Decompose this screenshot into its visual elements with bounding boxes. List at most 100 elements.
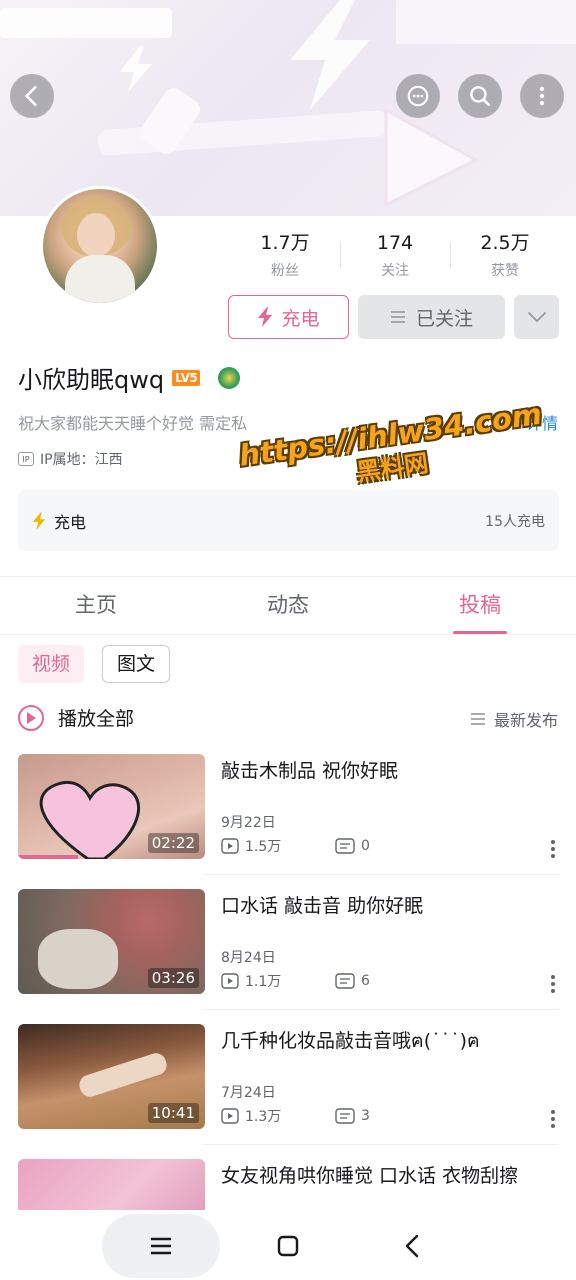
stat-following[interactable]: 174 关注 bbox=[340, 230, 450, 280]
video-item[interactable]: 02:22 敲击木制品 祝你好眠 9月22日 1.5万 0 bbox=[18, 754, 559, 860]
search-button[interactable] bbox=[458, 74, 502, 118]
video-thumbnail[interactable] bbox=[18, 1159, 205, 1210]
more-vertical-icon bbox=[539, 86, 545, 106]
play-box-icon bbox=[221, 838, 239, 854]
message-button[interactable] bbox=[396, 74, 440, 118]
medal-icon[interactable] bbox=[218, 366, 241, 389]
thumb-detail bbox=[38, 929, 118, 989]
video-meta: 1.5万 0 bbox=[221, 836, 449, 856]
video-more-icon[interactable] bbox=[551, 840, 557, 858]
level-badge: LV5 bbox=[172, 369, 201, 386]
recommend-dropdown-button[interactable] bbox=[514, 295, 559, 339]
lightning-icon bbox=[32, 511, 46, 530]
video-divider bbox=[203, 1144, 559, 1145]
banner-shape bbox=[97, 109, 389, 157]
video-item[interactable]: 女友视角哄你睡觉 口水话 衣物刮擦 bbox=[18, 1159, 559, 1210]
video-title: 口水话 敲击音 助你好眠 bbox=[221, 895, 424, 917]
profile-name: 小欣助眠qwq bbox=[18, 366, 165, 394]
profile-name-row: 小欣助眠qwq LV5 bbox=[18, 360, 241, 395]
section-divider bbox=[0, 576, 576, 577]
video-duration: 03:26 bbox=[147, 968, 199, 988]
video-title: 敲击木制品 祝你好眠 bbox=[221, 760, 399, 782]
video-comments-count: 6 bbox=[361, 973, 370, 989]
ip-location: IP IP属地：江西 bbox=[18, 449, 123, 469]
video-views-count: 1.5万 bbox=[245, 839, 282, 855]
stat-value: 1.7万 bbox=[260, 232, 310, 254]
ip-location-text: IP属地：江西 bbox=[40, 452, 123, 468]
video-more-icon[interactable] bbox=[551, 975, 557, 993]
video-comments: 6 bbox=[335, 973, 449, 989]
sort-lines-icon bbox=[470, 713, 485, 725]
filter-video[interactable]: 视频 bbox=[18, 645, 85, 683]
avatar[interactable] bbox=[40, 186, 160, 306]
video-comments: 3 bbox=[335, 1108, 449, 1124]
charge-button[interactable]: 充电 bbox=[228, 295, 349, 339]
stat-value: 174 bbox=[376, 232, 414, 254]
sort-button[interactable]: 最新发布 bbox=[470, 707, 558, 731]
message-bubble-icon bbox=[407, 85, 429, 107]
video-duration: 10:41 bbox=[147, 1103, 199, 1123]
watermark-overlay: https://ihlw34.com 黑料网 bbox=[237, 397, 544, 503]
more-button[interactable] bbox=[520, 74, 564, 118]
stat-label: 关注 bbox=[381, 263, 409, 279]
video-views: 1.3万 bbox=[221, 1106, 335, 1126]
play-circle-icon bbox=[18, 704, 44, 731]
video-thumbnail[interactable]: 10:41 bbox=[18, 1024, 205, 1129]
back-arrow-icon bbox=[25, 86, 37, 106]
content-filter: 视频 图文 bbox=[18, 645, 171, 683]
stat-likes[interactable]: 2.5万 获赞 bbox=[450, 230, 560, 280]
list-icon bbox=[390, 311, 405, 323]
video-divider bbox=[203, 1009, 559, 1010]
status-bar-right bbox=[396, 0, 576, 44]
stat-fans[interactable]: 1.7万 粉丝 bbox=[230, 230, 340, 280]
video-thumbnail[interactable]: 03:26 bbox=[18, 889, 205, 994]
video-item[interactable]: 03:26 口水话 敲击音 助你好眠 8月24日 1.1万 6 bbox=[18, 889, 559, 995]
banner-bolt-icon bbox=[290, 0, 370, 110]
lightning-icon bbox=[258, 307, 273, 327]
comment-box-icon bbox=[335, 973, 355, 989]
video-comments-count: 3 bbox=[361, 1108, 370, 1124]
recents-icon bbox=[151, 1237, 171, 1255]
video-views: 1.1万 bbox=[221, 971, 335, 991]
video-title: 女友视角哄你睡觉 口水话 衣物刮擦 bbox=[221, 1165, 519, 1187]
play-all-button[interactable]: 播放全部 bbox=[18, 704, 134, 731]
video-comments: 0 bbox=[335, 838, 449, 854]
charge-card[interactable]: 充电 15人充电 bbox=[18, 490, 559, 551]
nav-home-button[interactable] bbox=[262, 1214, 314, 1278]
video-comments-count: 0 bbox=[361, 838, 370, 854]
filter-image-text[interactable]: 图文 bbox=[102, 645, 171, 683]
video-meta: 1.3万 3 bbox=[221, 1106, 449, 1126]
search-icon bbox=[470, 86, 490, 106]
video-more-icon[interactable] bbox=[551, 1110, 557, 1128]
nav-back-button[interactable] bbox=[386, 1214, 438, 1278]
banner-bolt-icon bbox=[120, 46, 152, 92]
follow-button[interactable]: 已关注 bbox=[358, 295, 505, 339]
video-date: 7月24日 bbox=[221, 1085, 276, 1101]
video-title: 几千种化妆品敲击音哦ฅ(˙˙˙)ฅ bbox=[221, 1030, 480, 1052]
nav-recents-button[interactable] bbox=[102, 1214, 220, 1278]
video-item[interactable]: 10:41 几千种化妆品敲击音哦ฅ(˙˙˙)ฅ 7月24日 1.3万 3 bbox=[18, 1024, 559, 1130]
tabs-divider bbox=[0, 634, 576, 635]
tab-dynamics[interactable]: 动态 bbox=[192, 578, 384, 634]
avatar-face bbox=[77, 213, 115, 257]
back-button[interactable] bbox=[10, 74, 54, 118]
comment-box-icon bbox=[335, 1108, 355, 1124]
avatar-body bbox=[65, 255, 135, 303]
video-divider bbox=[203, 874, 559, 875]
thumb-detail bbox=[76, 1050, 170, 1100]
stat-label: 获赞 bbox=[491, 263, 519, 279]
charge-button-label: 充电 bbox=[281, 307, 320, 330]
charge-count: 15人充电 bbox=[485, 513, 545, 530]
video-date: 9月22日 bbox=[221, 815, 276, 831]
home-icon bbox=[277, 1235, 299, 1257]
status-bar-left bbox=[0, 8, 172, 38]
play-all-label: 播放全部 bbox=[58, 708, 135, 730]
video-thumbnail[interactable]: 02:22 bbox=[18, 754, 205, 859]
stat-label: 粉丝 bbox=[271, 263, 299, 279]
tab-home[interactable]: 主页 bbox=[0, 578, 192, 634]
nav-back-icon bbox=[405, 1234, 419, 1258]
tab-uploads[interactable]: 投稿 bbox=[384, 578, 576, 634]
sort-label: 最新发布 bbox=[493, 711, 558, 730]
charge-card-label: 充电 bbox=[54, 512, 87, 532]
chevron-down-icon bbox=[527, 312, 546, 322]
